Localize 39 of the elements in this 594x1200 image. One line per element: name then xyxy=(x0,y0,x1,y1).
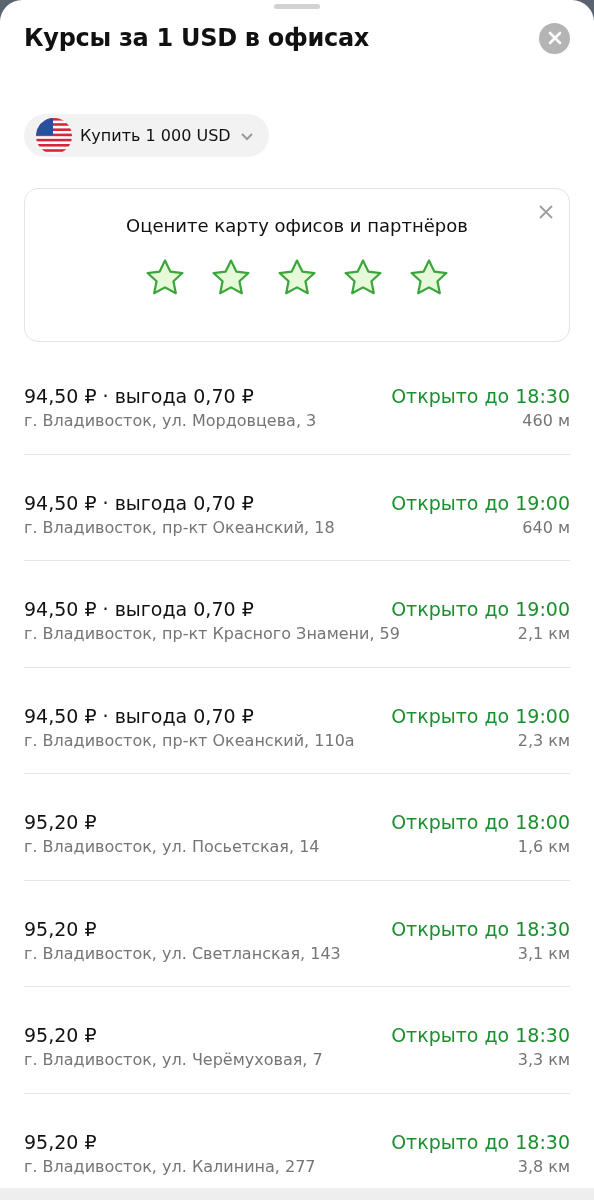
office-distance: 1,6 км xyxy=(517,837,570,856)
sheet-title: Курсы за 1 USD в офисах xyxy=(24,24,369,53)
office-address: г. Владивосток, пр-кт Океанский, 18 xyxy=(24,517,335,537)
rating-prompt: Оцените карту офисов и партнёров xyxy=(126,215,468,237)
office-rate: 95,20 ₽ xyxy=(24,811,97,833)
office-distance: 640 м xyxy=(522,517,570,537)
office-hours: Открыто до 19:00 xyxy=(391,491,570,514)
office-distance: 3,1 км xyxy=(517,943,570,963)
office-address: г. Владивосток, пр-кт Океанский, 110а xyxy=(24,730,355,750)
office-address: г. Владивосток, ул. Черёмуховая, 7 xyxy=(24,1050,323,1069)
office-rate: 95,20 ₽ xyxy=(24,1130,97,1153)
office-hours: Открыто до 18:30 xyxy=(391,1024,570,1046)
office-rate: 94,50 ₽ · выгода 0,70 ₽ xyxy=(24,491,254,514)
office-hours: Открыто до 19:00 xyxy=(391,598,570,620)
office-distance: 2,1 км xyxy=(517,624,570,643)
office-distance: 460 м xyxy=(522,411,570,430)
office-rate: 94,50 ₽ · выгода 0,70 ₽ xyxy=(24,385,254,407)
office-hours: Открыто до 19:00 xyxy=(391,704,570,727)
office-rate: 95,20 ₽ xyxy=(24,1024,97,1046)
office-address: г. Владивосток, ул. Посьетская, 14 xyxy=(24,837,320,856)
office-hours: Открыто до 18:00 xyxy=(391,811,570,833)
office-rate: 94,50 ₽ · выгода 0,70 ₽ xyxy=(24,704,254,727)
office-rate: 94,50 ₽ · выгода 0,70 ₽ xyxy=(24,598,254,620)
office-hours: Открыто до 18:30 xyxy=(391,1130,570,1153)
flag-icon xyxy=(36,117,72,154)
amount-dropdown[interactable]: Купить 1 000 USD xyxy=(24,113,269,158)
office-address: г. Владивосток, ул. Калинина, 277 xyxy=(24,1156,316,1176)
office-distance: 3,3 км xyxy=(517,1050,570,1069)
office-hours: Открыто до 18:30 xyxy=(391,385,570,407)
office-distance: 2,3 км xyxy=(517,730,570,750)
office-address: г. Владивосток, ул. Светланская, 143 xyxy=(24,943,341,963)
office-distance: 3,8 км xyxy=(517,1156,570,1176)
office-address: г. Владивосток, пр-кт Красного Знамени, 59 xyxy=(24,624,400,643)
drag-handle[interactable] xyxy=(274,4,320,9)
close-button[interactable] xyxy=(539,22,570,54)
office-rate: 95,20 ₽ xyxy=(24,917,97,940)
office-hours: Открыто до 18:30 xyxy=(391,917,570,940)
close-icon xyxy=(547,31,562,46)
office-address: г. Владивосток, ул. Мордовцева, 3 xyxy=(24,411,317,430)
